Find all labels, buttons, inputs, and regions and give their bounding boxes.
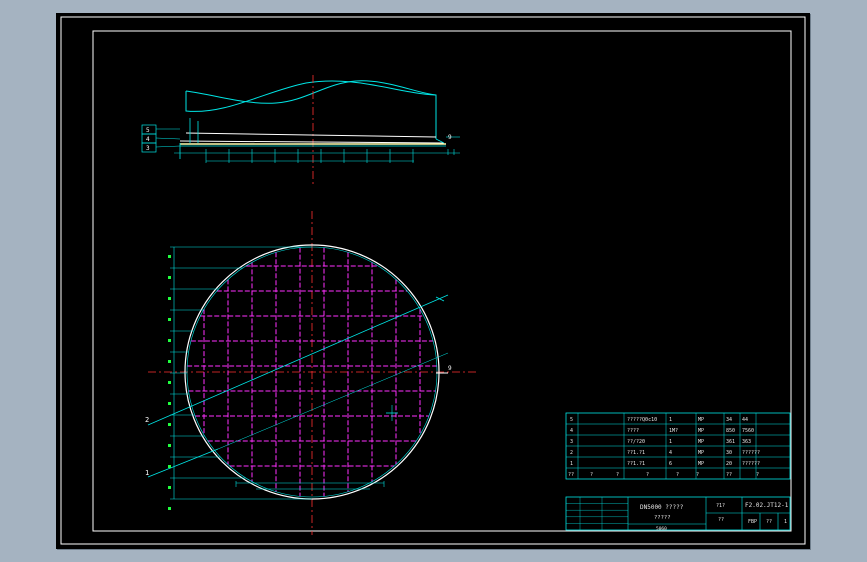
elevation-part-balloons: 5 4 3 9 bbox=[141, 124, 452, 153]
bom-header-cell: ?? bbox=[726, 472, 732, 478]
balloon-3: 3 bbox=[146, 145, 150, 152]
drawing-subtitle: ????? bbox=[654, 515, 671, 521]
bom-cell: ??/?20 bbox=[627, 439, 645, 445]
elevation-break-curve bbox=[185, 80, 437, 139]
bom-cell: ?????? bbox=[742, 461, 760, 467]
title-block[interactable]: 5 ?????Q0c10 1 MP 34 444???? 1M? MP 850 75603 ??/?… bbox=[565, 412, 791, 532]
bom-cell: 1M? bbox=[669, 428, 678, 434]
bom-cell: ?????Q0c10 bbox=[627, 417, 657, 423]
bom-cell: ?????? bbox=[742, 450, 760, 456]
bom-cell: 4 bbox=[669, 450, 672, 456]
bom-cell: ???? bbox=[627, 428, 639, 434]
bom-cell: 361 bbox=[726, 439, 735, 445]
outer-frame bbox=[60, 16, 806, 545]
bom-cell: 5 bbox=[570, 417, 573, 423]
cad-viewport[interactable]: 5 4 3 9 2 1 9 5 ?????Q0c10 1 MP 34 44 4 … bbox=[56, 13, 810, 549]
bom-cell: ??1.?1 bbox=[627, 461, 645, 467]
bom-cell: MP bbox=[698, 450, 704, 456]
bom-header-cell: ?? bbox=[568, 472, 574, 478]
bom-cell: 363 bbox=[742, 439, 751, 445]
section-mark-plan: 9 bbox=[448, 365, 452, 372]
bom-cell: MP bbox=[698, 439, 704, 445]
sheet-b: 1 bbox=[784, 519, 787, 525]
scale-label: ?1? bbox=[716, 503, 725, 509]
elevation-view bbox=[174, 75, 460, 185]
sheet-format: FBP bbox=[748, 519, 757, 525]
bom-cell: 850 bbox=[726, 428, 735, 434]
section-mark-elevation: 9 bbox=[448, 134, 452, 141]
bom-cell: 1 bbox=[570, 461, 573, 467]
bom-header-cell: ? bbox=[676, 472, 679, 478]
drawing-canvas[interactable]: 5 4 3 9 2 1 9 5 ?????Q0c10 1 MP 34 444 ?… bbox=[56, 13, 810, 549]
bom-cell: 2 bbox=[570, 450, 573, 456]
sheet-a: ?? bbox=[766, 519, 772, 525]
plan-dimension-ladder bbox=[168, 246, 312, 510]
bom-cell: 3 bbox=[570, 439, 573, 445]
balloon-1: 1 bbox=[145, 469, 149, 477]
bom-header-cell: ? bbox=[646, 472, 649, 478]
balloon-2: 2 bbox=[145, 416, 149, 424]
balloon-5: 5 bbox=[146, 127, 150, 134]
inner-frame bbox=[92, 30, 792, 532]
drawing-title: DN5000 ????? bbox=[640, 504, 684, 511]
balloon-4: 4 bbox=[146, 136, 150, 143]
bom-header-cell: ? bbox=[590, 472, 593, 478]
bom-cell: MP bbox=[698, 417, 704, 423]
bom-cell: 1 bbox=[669, 417, 672, 423]
plan-view bbox=[147, 211, 476, 535]
bom-header-cell: ? bbox=[616, 472, 619, 478]
footer-id: 5060 bbox=[656, 526, 667, 532]
bom-header-cell: ? bbox=[756, 472, 759, 478]
bom-cell: MP bbox=[698, 428, 704, 434]
bom-cell: ??1.?1 bbox=[627, 450, 645, 456]
scale-value: ?? bbox=[718, 517, 724, 523]
bom-cell: 6 bbox=[669, 461, 672, 467]
drawing-number: F2.02.JT12-1 bbox=[745, 502, 789, 509]
bom-cell: MP bbox=[698, 461, 704, 467]
bom-cell: 4 bbox=[570, 428, 573, 434]
bom-cell: 1 bbox=[669, 439, 672, 445]
bom-cell: 34 bbox=[726, 417, 732, 423]
bom-cell: 30 bbox=[726, 450, 732, 456]
bom-cell: 7560 bbox=[742, 428, 754, 434]
bom-cell: 20 bbox=[726, 461, 732, 467]
section-diagonal bbox=[147, 294, 449, 426]
bom-header-cell: ? bbox=[696, 472, 699, 478]
bom-cell: 44 bbox=[742, 417, 748, 423]
